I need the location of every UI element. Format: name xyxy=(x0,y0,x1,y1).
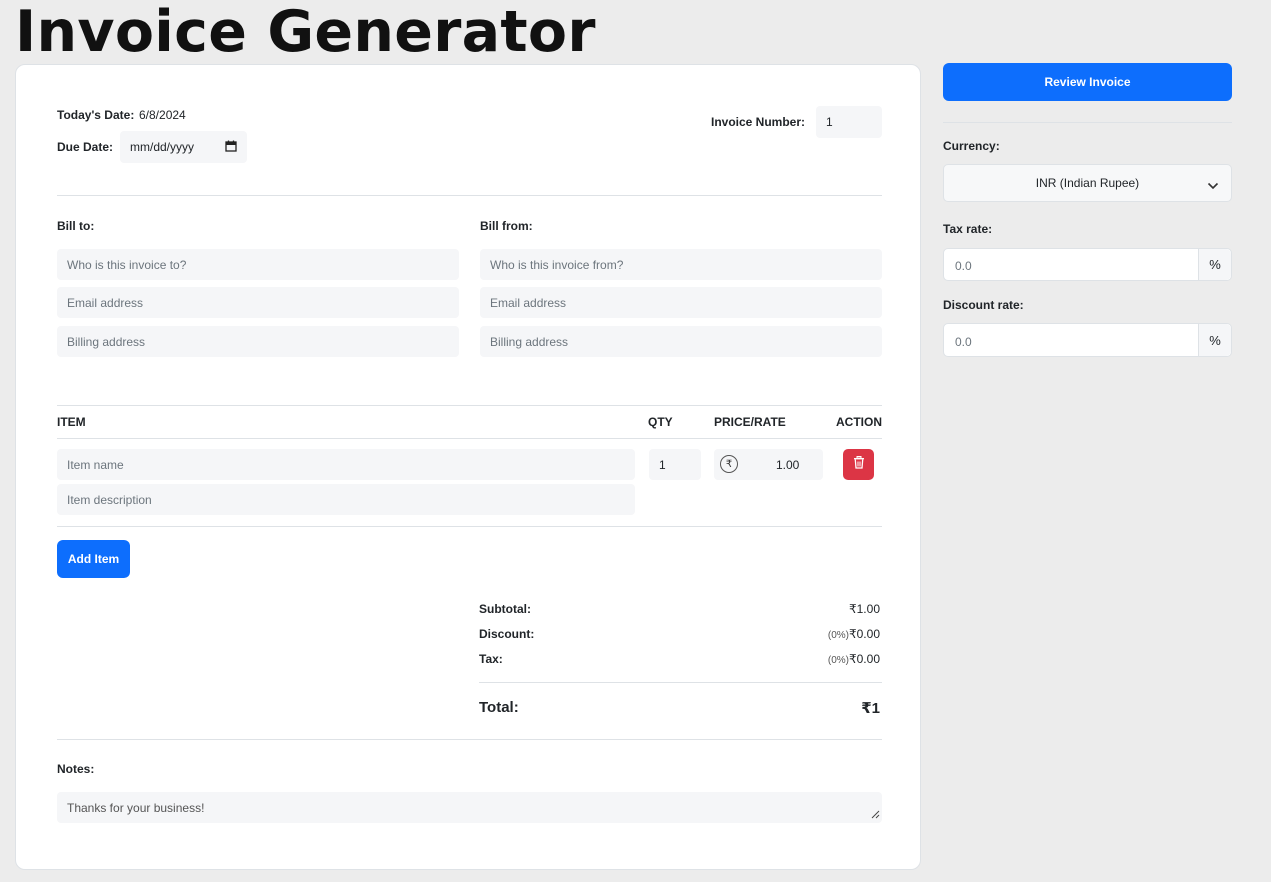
tax-percent: (0%) xyxy=(827,655,849,666)
tax-rate-input-group: 0.0 % xyxy=(943,248,1232,281)
resize-handle-icon[interactable] xyxy=(871,808,880,822)
review-invoice-button[interactable]: Review Invoice xyxy=(943,63,1232,101)
bill-from-label: Bill from: xyxy=(480,219,533,233)
discount-percent: (0%) xyxy=(827,630,849,641)
item-price-value[interactable]: 1.00 xyxy=(776,458,799,472)
item-name-input[interactable]: Item name xyxy=(57,449,635,480)
subtotal-value: ₹1.00 xyxy=(849,602,880,616)
column-header-price: PRICE/RATE xyxy=(714,415,786,429)
table-bottom-border xyxy=(57,526,882,527)
item-qty-input[interactable]: 1 xyxy=(649,449,701,480)
notes-divider xyxy=(57,739,882,740)
discount-value: ₹0.00 xyxy=(849,627,880,641)
tax-summary: (0%)₹0.00 xyxy=(828,652,880,666)
due-date-placeholder: mm/dd/yyyy xyxy=(130,140,195,154)
rupee-currency-icon: ₹ xyxy=(720,455,738,473)
bill-from-email-input[interactable]: Email address xyxy=(480,287,882,318)
chevron-down-icon xyxy=(1207,179,1219,193)
sidebar-divider xyxy=(943,122,1232,123)
discount-rate-input[interactable]: 0.0 xyxy=(955,335,972,349)
discount-summary: (0%)₹0.00 xyxy=(828,627,880,641)
delete-item-button[interactable] xyxy=(843,449,874,480)
column-header-item: ITEM xyxy=(57,415,86,429)
discount-rate-percent-addon: % xyxy=(1198,324,1231,356)
notes-textarea[interactable]: Thanks for your business! xyxy=(57,792,882,823)
notes-label: Notes: xyxy=(57,762,95,776)
tax-value: ₹0.00 xyxy=(849,652,880,666)
bill-from-address-input[interactable]: Billing address xyxy=(480,326,882,357)
invoice-number-label: Invoice Number: xyxy=(711,115,806,129)
discount-rate-input-group: 0.0 % xyxy=(943,323,1232,357)
todays-date-value: 6/8/2024 xyxy=(139,108,186,122)
add-item-button[interactable]: Add Item xyxy=(57,540,130,578)
bill-to-label: Bill to: xyxy=(57,219,95,233)
due-date-input[interactable]: mm/dd/yyyy xyxy=(120,131,247,163)
currency-select[interactable]: INR (Indian Rupee) xyxy=(943,164,1232,202)
table-top-border xyxy=(57,405,882,406)
tax-label: Tax: xyxy=(479,652,503,666)
column-header-action: ACTION xyxy=(836,415,882,429)
notes-text: Thanks for your business! xyxy=(67,800,205,815)
bill-to-address-input[interactable]: Billing address xyxy=(57,326,459,357)
calendar-icon[interactable] xyxy=(225,140,237,155)
bill-to-name-input[interactable]: Who is this invoice to? xyxy=(57,249,459,280)
due-date-label: Due Date: xyxy=(57,140,114,154)
subtotal-label: Subtotal: xyxy=(479,602,531,616)
tax-rate-percent-addon: % xyxy=(1198,249,1231,280)
tax-rate-input[interactable]: 0.0 xyxy=(955,259,972,273)
invoice-number-input[interactable]: 1 xyxy=(816,106,882,138)
bill-to-email-input[interactable]: Email address xyxy=(57,287,459,318)
total-value: ₹1 xyxy=(861,700,880,717)
divider xyxy=(57,195,882,196)
item-price-input-group[interactable]: ₹ 1.00 xyxy=(714,449,823,480)
table-header-border xyxy=(57,438,882,439)
currency-select-value: INR (Indian Rupee) xyxy=(1035,176,1140,190)
page-title: Invoice Generator xyxy=(15,0,596,65)
summary-divider xyxy=(479,682,882,683)
invoice-form-card: Today's Date: 6/8/2024 Due Date: mm/dd/y… xyxy=(15,64,921,870)
todays-date-label: Today's Date: xyxy=(57,108,135,122)
item-description-input[interactable]: Item description xyxy=(57,484,635,515)
column-header-qty: QTY xyxy=(648,415,673,429)
discount-rate-label: Discount rate: xyxy=(943,298,1024,312)
bill-from-name-input[interactable]: Who is this invoice from? xyxy=(480,249,882,280)
tax-rate-label: Tax rate: xyxy=(943,222,993,236)
total-label: Total: xyxy=(479,699,519,716)
currency-label: Currency: xyxy=(943,139,1000,153)
trash-icon xyxy=(853,455,865,474)
discount-label: Discount: xyxy=(479,627,535,641)
